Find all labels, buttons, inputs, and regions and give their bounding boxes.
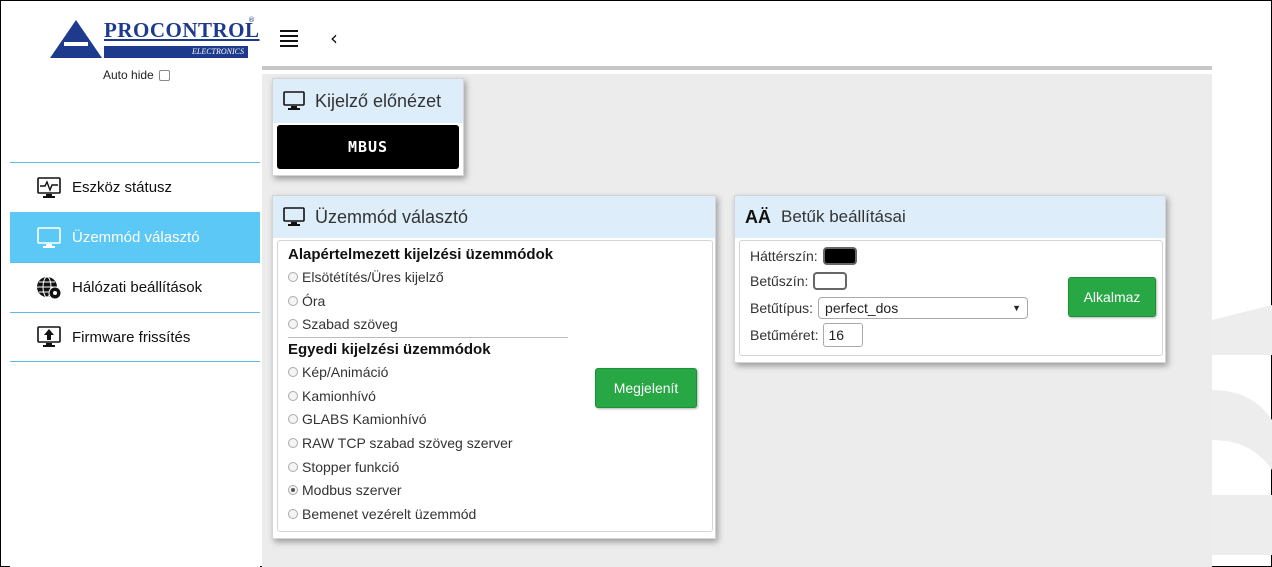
- sidebar-item-device-status[interactable]: Eszköz státusz: [10, 162, 260, 212]
- sidebar-item-network-settings[interactable]: Hálózati beállítások: [10, 262, 260, 312]
- bg-color-picker[interactable]: [822, 247, 857, 265]
- mode-option-blank[interactable]: Elsötétítés/Üres kijelző: [288, 265, 712, 289]
- sidebar-item-mode-selector[interactable]: Üzemmód választó: [10, 212, 260, 262]
- mode-option-clock[interactable]: Óra: [288, 289, 712, 313]
- bg-color-label: Háttérszín:: [750, 248, 818, 264]
- radio-button[interactable]: [288, 437, 298, 448]
- hamburger-icon[interactable]: [280, 30, 298, 47]
- sidebar-item-firmware-update[interactable]: Firmware frissítés: [10, 312, 260, 362]
- network-settings-icon: [36, 276, 62, 299]
- top-bar: ‹: [262, 10, 1212, 70]
- sidebar-item-label: Firmware frissítés: [72, 328, 191, 346]
- mode-option-raw-tcp[interactable]: RAW TCP szabad szöveg szerver: [288, 431, 712, 455]
- panel-header: Kijelző előnézet: [273, 79, 463, 123]
- sidebar-item-label: Eszköz státusz: [72, 179, 173, 196]
- watermark-logo: [1212, 305, 1272, 555]
- mode-option-modbus[interactable]: Modbus szerver: [288, 479, 712, 503]
- apply-button[interactable]: Alkalmaz: [1068, 277, 1156, 317]
- default-modes-heading: Alapértelmezett kijelzési üzemmódok: [288, 246, 554, 263]
- radio-button[interactable]: [288, 461, 298, 472]
- font-size-input[interactable]: 16: [823, 323, 864, 347]
- font-size-label: Betűméret:: [750, 327, 819, 343]
- option-label: Szabad szöveg: [302, 316, 398, 333]
- display-preview-panel: Kijelző előnézet MBUS: [272, 78, 464, 176]
- radio-button[interactable]: [288, 414, 298, 425]
- option-label: Kamionhívó: [302, 387, 376, 404]
- logo-triangle-icon: [50, 20, 102, 58]
- font-type-row: Betűtípus: perfect_dos ▼: [750, 297, 1029, 319]
- sidebar-item-label: Hálózati beállítások: [72, 279, 203, 296]
- fg-color-label: Betűszín:: [750, 273, 809, 289]
- brand-reg-mark: ®: [248, 16, 255, 24]
- font-type-value: perfect_dos: [825, 300, 899, 316]
- radio-button-selected[interactable]: [288, 485, 298, 496]
- option-label: RAW TCP szabad szöveg szerver: [302, 434, 513, 451]
- fg-color-row: Betűszín:: [750, 272, 848, 290]
- mode-options: Alapértelmezett kijelzési üzemmódok Elsö…: [277, 240, 713, 532]
- auto-hide-label: Auto hide: [103, 68, 154, 82]
- panel-title: Betűk beállításai: [781, 207, 906, 226]
- sidebar: PROCONTROL ® ELECTRONICS Auto hide Eszkö…: [10, 10, 260, 567]
- option-label: Stopper funkció: [302, 458, 400, 475]
- mode-option-free-text[interactable]: Szabad szöveg: [288, 312, 712, 336]
- option-label: Modbus szerver: [302, 482, 402, 499]
- font-settings-panel: AÄ Betűk beállításai Háttérszín: Betűszí…: [734, 195, 1166, 363]
- option-label: GLABS Kamionhívó: [302, 411, 427, 428]
- upload-icon: [36, 326, 62, 348]
- radio-button[interactable]: [288, 366, 298, 377]
- chevron-left-icon[interactable]: ‹: [330, 26, 338, 50]
- radio-button[interactable]: [288, 509, 298, 520]
- show-button[interactable]: Megjelenít: [595, 368, 697, 408]
- panel-title: Üzemmód választó: [315, 206, 469, 227]
- group-divider: [288, 337, 568, 339]
- monitor-icon: [36, 226, 62, 249]
- radio-button[interactable]: [288, 319, 298, 330]
- monitor-icon: [283, 207, 305, 227]
- option-label: Elsötétítés/Üres kijelző: [302, 268, 444, 285]
- custom-modes-heading: Egyedi kijelzési üzemmódok: [288, 341, 491, 359]
- sidebar-item-label: Üzemmód választó: [72, 229, 200, 246]
- option-label: Bemenet vezérelt üzemmód: [302, 506, 477, 523]
- mode-option-input-controlled[interactable]: Bemenet vezérelt üzemmód: [288, 502, 712, 526]
- option-label: Óra: [302, 292, 326, 309]
- brand-logo: PROCONTROL ® ELECTRONICS: [50, 12, 259, 60]
- radio-button[interactable]: [288, 271, 298, 282]
- option-label: Kép/Animáció: [302, 363, 389, 380]
- font-size-icon: AÄ: [745, 206, 771, 227]
- brand-name: PROCONTROL: [104, 18, 260, 42]
- brand-subtitle: ELECTRONICS: [104, 46, 248, 58]
- font-settings-form: Háttérszín: Betűszín: Betűtípus: perfect…: [739, 240, 1163, 356]
- bg-color-row: Háttérszín:: [750, 247, 857, 265]
- monitor-pulse-icon: [36, 176, 62, 199]
- auto-hide-checkbox[interactable]: [158, 69, 170, 81]
- panel-title: Kijelző előnézet: [315, 90, 442, 111]
- font-type-select[interactable]: perfect_dos ▼: [818, 297, 1029, 319]
- sidebar-menu: Eszköz státusz Üzemmód választó Hálózati…: [10, 162, 260, 362]
- radio-button[interactable]: [288, 295, 298, 306]
- display-preview-screen: MBUS: [277, 125, 459, 169]
- fg-color-picker[interactable]: [813, 272, 848, 290]
- mode-selector-panel: Üzemmód választó Alapértelmezett kijelzé…: [272, 195, 716, 539]
- dropdown-arrow-icon: ▼: [1012, 303, 1022, 313]
- font-type-label: Betűtípus:: [750, 300, 814, 316]
- monitor-icon: [283, 91, 305, 111]
- panel-header: AÄ Betűk beállításai: [735, 196, 1165, 238]
- auto-hide-toggle[interactable]: Auto hide: [103, 68, 170, 82]
- font-size-row: Betűméret: 16: [750, 323, 864, 347]
- mode-option-stopwatch[interactable]: Stopper funkció: [288, 455, 712, 479]
- radio-button[interactable]: [288, 390, 298, 401]
- mode-option-glabs[interactable]: GLABS Kamionhívó: [288, 407, 712, 431]
- panel-header: Üzemmód választó: [273, 196, 715, 238]
